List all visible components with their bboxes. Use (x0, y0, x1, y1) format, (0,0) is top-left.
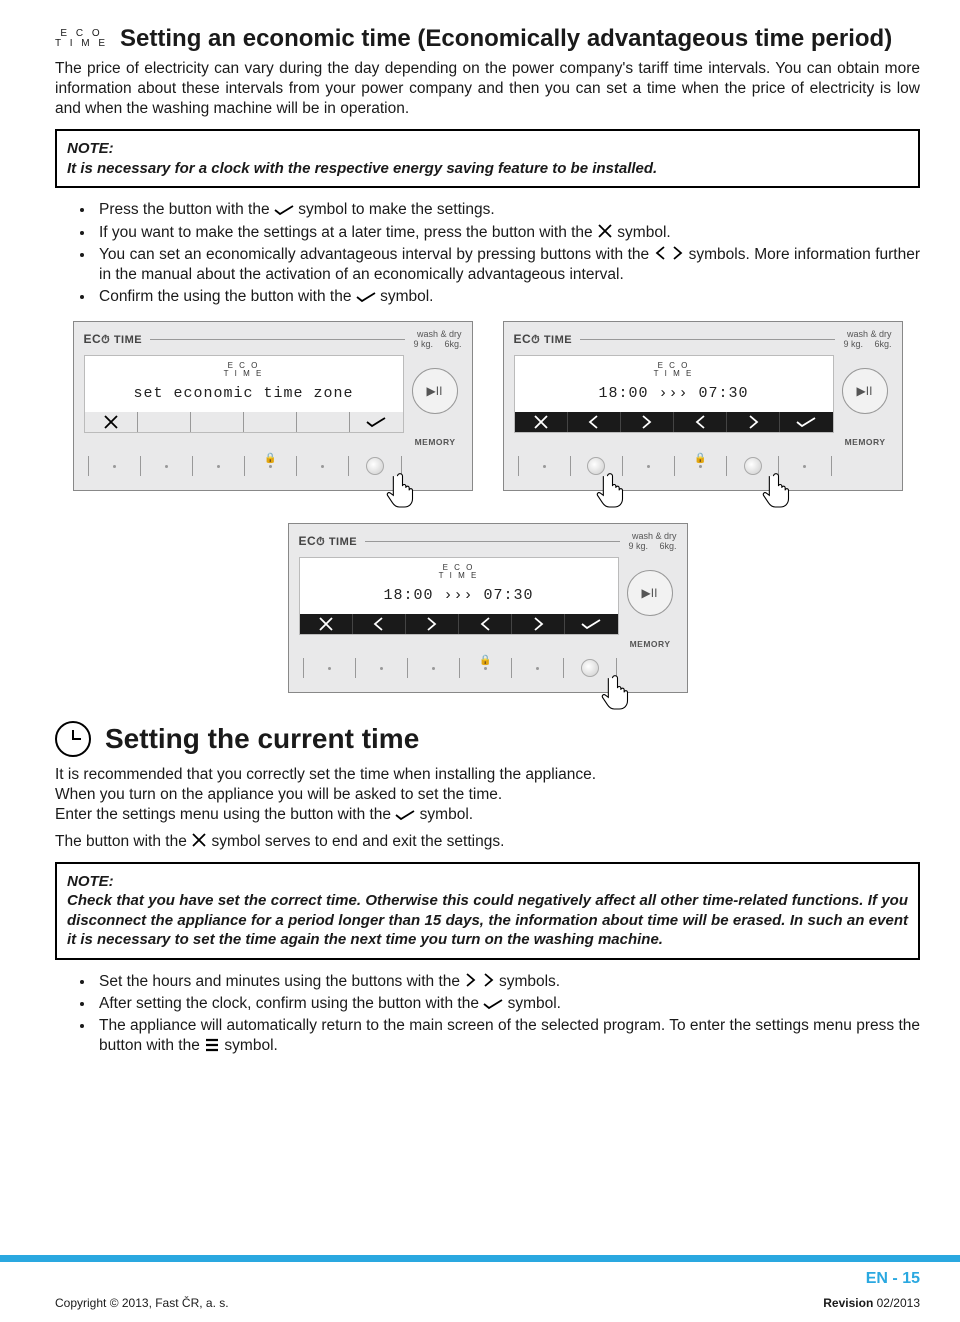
check-icon (356, 291, 376, 303)
section1-intro: The price of electricity can vary during… (55, 59, 920, 119)
lcd-screen: E C OT I M E 18:00 ››› 07:30 (514, 355, 834, 433)
play-pause-button[interactable]: ▶II (842, 368, 888, 414)
bullet-1: Set the hours and minutes using the butt… (95, 972, 920, 992)
memory-label: MEMORY (845, 437, 886, 447)
panels-row-2: EC⏱ TIME wash & dry9 kg. 6kg. E C OT I M… (55, 523, 920, 693)
button-check[interactable] (565, 614, 617, 634)
section2-p1: It is recommended that you correctly set… (55, 765, 920, 785)
button-left[interactable] (353, 614, 406, 634)
lock-icon: 🔒 (694, 453, 706, 464)
bullet-2: After setting the clock, confirm using t… (95, 994, 920, 1014)
eco-time-badge: E C O T I M E (55, 29, 108, 50)
wash-dry-label: wash & dry9 kg. 6kg. (413, 330, 461, 349)
chevron-right-icon (482, 972, 495, 988)
section2-header: Setting the current time (55, 721, 920, 757)
memory-label: MEMORY (415, 437, 456, 447)
chevron-right-icon (464, 972, 477, 988)
panels-row-1: EC⏱ TIME wash & dry9 kg. 6kg. E C OT I M… (55, 321, 920, 491)
bullet-3: The appliance will automatically return … (95, 1016, 920, 1056)
hand-pointer-icon (600, 673, 630, 715)
revision: Revision 02/2013 (823, 1296, 920, 1310)
memory-label: MEMORY (630, 639, 671, 649)
button-right[interactable] (406, 614, 459, 634)
x-icon (191, 832, 207, 848)
button-check[interactable] (350, 412, 402, 432)
button-right[interactable] (512, 614, 565, 634)
button-left[interactable] (568, 412, 621, 432)
x-icon (597, 223, 613, 239)
button-left[interactable] (459, 614, 512, 634)
brand-label: EC⏱ TIME (514, 332, 573, 347)
button-left[interactable] (674, 412, 727, 432)
copyright: Copyright © 2013, Fast ČR, a. s. (55, 1296, 229, 1310)
check-icon (483, 998, 503, 1010)
lcd-screen: E C OT I M E 18:00 ››› 07:30 (299, 557, 619, 635)
page-number: EN - 15 (866, 1270, 920, 1288)
chevron-left-icon (654, 245, 667, 261)
clock-icon (55, 721, 91, 757)
bullet-1: Press the button with the symbol to make… (95, 200, 920, 220)
button-check[interactable] (780, 412, 832, 432)
section2-p2: When you turn on the appliance you will … (55, 785, 920, 805)
section2-p4: The button with the symbol serves to end… (55, 832, 920, 852)
button-right[interactable] (727, 412, 780, 432)
wash-dry-label: wash & dry9 kg. 6kg. (843, 330, 891, 349)
button-right[interactable] (621, 412, 674, 432)
play-pause-button[interactable]: ▶II (412, 368, 458, 414)
check-icon (274, 204, 294, 216)
section2-title: Setting the current time (105, 723, 419, 755)
button-x[interactable] (515, 412, 568, 432)
button-x[interactable] (85, 412, 138, 432)
section1-note: NOTE: It is necessary for a clock with t… (55, 129, 920, 188)
section1-title: Setting an economic time (Economically a… (120, 25, 892, 53)
lcd-text: set economic time zone (85, 385, 403, 402)
hand-pointer-icon (761, 471, 791, 513)
menu-icon (204, 1037, 220, 1052)
bullet-2: If you want to make the settings at a la… (95, 223, 920, 243)
lcd-text: 18:00 ››› 07:30 (300, 587, 618, 604)
hand-pointer-icon (385, 471, 415, 513)
play-pause-button[interactable]: ▶II (627, 570, 673, 616)
footer-rule (0, 1255, 960, 1262)
button-row: 🔒 (303, 654, 617, 682)
bullet-4: Confirm the using the button with the sy… (95, 287, 920, 307)
button-x[interactable] (300, 614, 353, 634)
brand-label: EC⏱ TIME (299, 534, 358, 549)
chevron-right-icon (671, 245, 684, 261)
section1-header: E C O T I M E Setting an economic time (… (55, 25, 920, 53)
bullet-3: You can set an economically advantageous… (95, 245, 920, 285)
lcd-text: 18:00 ››› 07:30 (515, 385, 833, 402)
panel-3: EC⏱ TIME wash & dry9 kg. 6kg. E C OT I M… (288, 523, 688, 693)
wash-dry-label: wash & dry9 kg. 6kg. (628, 532, 676, 551)
panel-1: EC⏱ TIME wash & dry9 kg. 6kg. E C OT I M… (73, 321, 473, 491)
section2-note: NOTE: Check that you have set the correc… (55, 862, 920, 960)
brand-label: EC⏱ TIME (84, 332, 143, 347)
lock-icon: 🔒 (264, 453, 276, 464)
panel-2: EC⏱ TIME wash & dry9 kg. 6kg. E C OT I M… (503, 321, 903, 491)
section2-bullets: Set the hours and minutes using the butt… (55, 972, 920, 1057)
button-row: 🔒 (88, 452, 402, 480)
hand-pointer-icon (595, 471, 625, 513)
section1-bullets: Press the button with the symbol to make… (55, 200, 920, 307)
lock-icon: 🔒 (479, 655, 491, 666)
section2-p3: Enter the settings menu using the button… (55, 805, 920, 825)
lcd-screen: E C OT I M E set economic time zone (84, 355, 404, 433)
check-icon (395, 809, 415, 821)
